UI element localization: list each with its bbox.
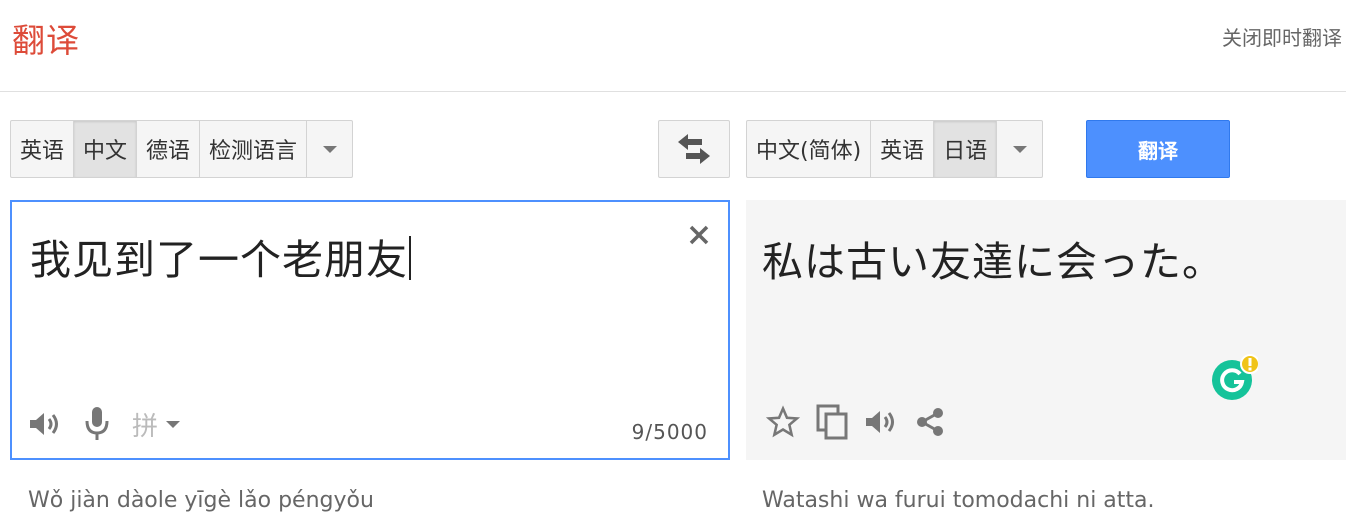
result-toolbar bbox=[766, 402, 946, 442]
chevron-down-icon bbox=[322, 145, 337, 153]
instant-translation-toggle[interactable]: 关闭即时翻译 bbox=[1222, 22, 1342, 51]
target-lang-dropdown[interactable] bbox=[997, 120, 1044, 178]
source-transliteration: Wǒ jiàn dàole yīgè lǎo péngyǒu bbox=[28, 488, 374, 513]
source-lang-chinese[interactable]: 中文 bbox=[74, 120, 138, 178]
input-method-button[interactable]: 拼 bbox=[132, 406, 181, 443]
swap-icon bbox=[678, 134, 710, 164]
translation-result[interactable]: 私は古い友達に会った。 bbox=[762, 228, 1224, 288]
clear-source-button[interactable] bbox=[684, 220, 714, 250]
voice-input-button[interactable] bbox=[84, 406, 110, 442]
translate-button[interactable]: 翻译 bbox=[1086, 120, 1230, 178]
star-icon bbox=[766, 405, 800, 438]
chevron-down-icon bbox=[1012, 145, 1027, 153]
share-icon bbox=[917, 408, 943, 436]
grammarly-icon bbox=[1212, 354, 1260, 400]
target-lang-english[interactable]: 英语 bbox=[871, 120, 935, 178]
share-translation-button[interactable] bbox=[914, 406, 946, 438]
microphone-icon bbox=[85, 407, 109, 440]
source-lang-german[interactable]: 德语 bbox=[137, 120, 201, 178]
source-toolbar: 拼 bbox=[28, 404, 181, 444]
copy-translation-button[interactable] bbox=[816, 404, 848, 440]
star-translation-button[interactable] bbox=[766, 405, 800, 439]
source-text-area[interactable]: 我见到了一个老朋友 拼 9/5000 bbox=[10, 200, 730, 460]
speaker-icon bbox=[30, 413, 58, 435]
input-method-label: 拼 bbox=[132, 411, 159, 442]
source-lang-english[interactable]: 英语 bbox=[10, 120, 75, 178]
grammarly-button[interactable] bbox=[1212, 354, 1260, 400]
swap-languages-button[interactable] bbox=[658, 120, 730, 178]
copy-icon bbox=[816, 404, 848, 440]
source-language-bar: 英语 中文 德语 检测语言 bbox=[10, 120, 354, 178]
source-text-content[interactable]: 我见到了一个老朋友 bbox=[30, 226, 411, 286]
source-lang-dropdown[interactable] bbox=[307, 120, 354, 178]
chevron-down-icon bbox=[166, 420, 181, 428]
result-transliteration: Watashi wa furui tomodachi ni atta. bbox=[762, 488, 1155, 513]
target-lang-japanese[interactable]: 日语 bbox=[934, 120, 998, 178]
source-text-value: 我见到了一个老朋友 bbox=[30, 236, 408, 284]
target-lang-chinese-simplified[interactable]: 中文(简体) bbox=[746, 120, 872, 178]
source-lang-detect[interactable]: 检测语言 bbox=[200, 120, 308, 178]
listen-source-button[interactable] bbox=[28, 409, 62, 439]
translate-logo[interactable]: 翻译 bbox=[12, 14, 80, 62]
listen-translation-button[interactable] bbox=[864, 407, 898, 437]
character-count: 9/5000 bbox=[631, 420, 708, 444]
target-language-bar: 中文(简体) 英语 日语 bbox=[746, 120, 1044, 178]
speaker-icon bbox=[866, 411, 894, 433]
result-area: 私は古い友達に会った。 bbox=[746, 200, 1346, 460]
header: 翻译 关闭即时翻译 bbox=[0, 0, 1346, 92]
clear-icon bbox=[689, 225, 709, 245]
text-cursor bbox=[409, 236, 411, 280]
